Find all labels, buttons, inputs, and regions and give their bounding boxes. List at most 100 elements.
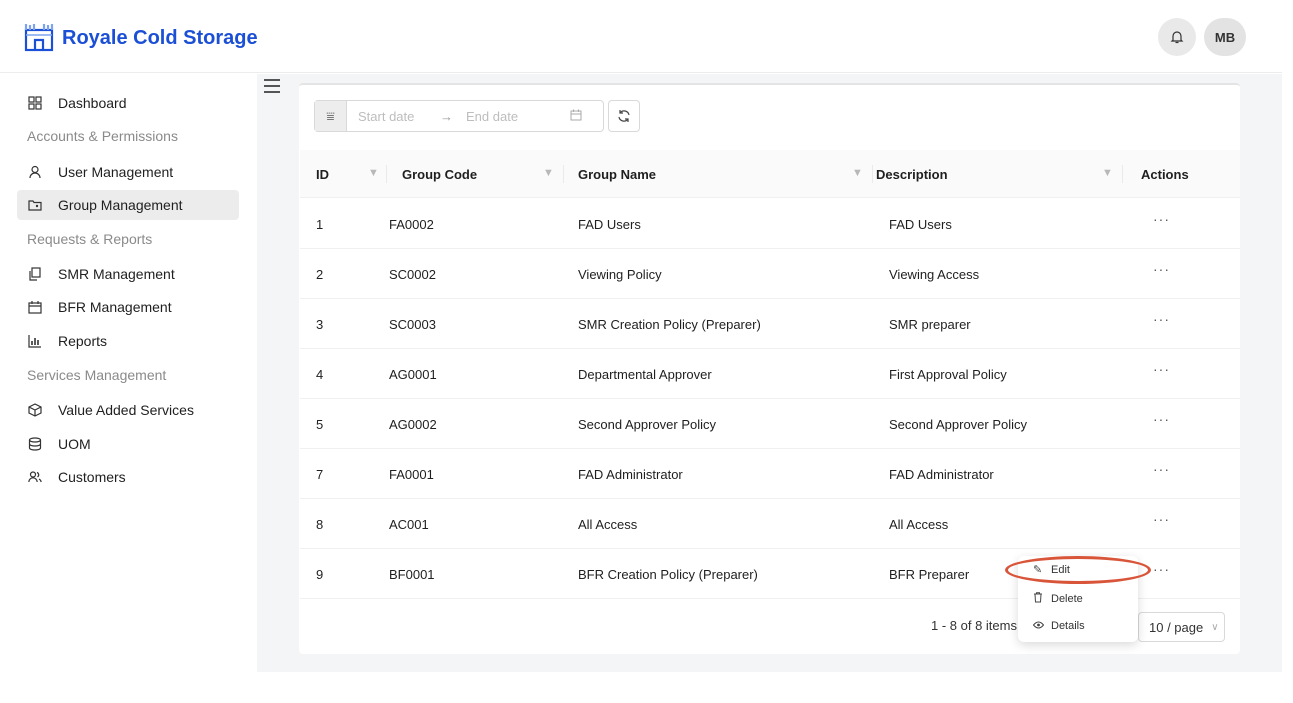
filter-icon[interactable]: ▼: [368, 167, 379, 179]
bar-chart-icon: [27, 333, 43, 349]
sidebar-item-bfr-management[interactable]: BFR Management: [17, 292, 239, 322]
notification-button[interactable]: [1158, 18, 1196, 56]
cell-group-name: FAD Users: [578, 217, 641, 232]
sidebar-item-user-management[interactable]: User Management: [17, 157, 239, 187]
sidebar-item-value-added-services[interactable]: Value Added Services: [17, 395, 239, 425]
calendar-icon: [27, 299, 43, 315]
filter-button[interactable]: ⩸: [315, 101, 347, 131]
cell-group-code: FA0001: [389, 467, 434, 482]
table-row: 8 AC001 All Access All Access ···: [300, 499, 1240, 549]
table-row: 7 FA0001 FAD Administrator FAD Administr…: [300, 449, 1240, 499]
cell-id: 4: [316, 367, 324, 382]
menu-item-label: Details: [1051, 620, 1085, 632]
cell-group-name: SMR Creation Policy (Preparer): [578, 317, 761, 332]
cell-group-code: FA0002: [389, 217, 434, 232]
section-requests-reports: Requests & Reports: [27, 231, 153, 247]
filter-icon[interactable]: ▼: [543, 167, 554, 179]
cell-group-name: BFR Creation Policy (Preparer): [578, 567, 758, 582]
trash-icon: [1033, 592, 1045, 606]
cell-description: Viewing Access: [889, 267, 980, 282]
date-range-filter[interactable]: ⩸ Start date → End date: [314, 100, 604, 132]
cell-description: BFR Preparer: [889, 567, 970, 582]
cell-group-name: All Access: [578, 517, 638, 532]
cell-id: 1: [316, 217, 324, 232]
row-actions-button[interactable]: ···: [1153, 311, 1170, 327]
sidebar-item-label: Dashboard: [58, 95, 127, 111]
row-actions-button[interactable]: ···: [1153, 461, 1170, 477]
sidebar-item-label: SMR Management: [58, 266, 175, 282]
cell-group-code: AG0001: [389, 367, 437, 382]
users-icon: [27, 469, 43, 485]
eye-icon: [1032, 620, 1045, 632]
date-range-arrow: →: [440, 108, 453, 124]
dashboard-icon: [27, 95, 43, 111]
row-actions-button[interactable]: ···: [1153, 361, 1170, 377]
bell-icon: [1170, 31, 1184, 44]
folder-user-icon: [27, 197, 43, 213]
column-id[interactable]: ID: [316, 167, 329, 182]
row-actions-button[interactable]: ···: [1153, 411, 1170, 427]
start-date-input[interactable]: Start date: [358, 109, 440, 124]
table-row: 5 AG0002 Second Approver Policy Second A…: [300, 399, 1240, 449]
refresh-button[interactable]: [608, 100, 640, 132]
table-header: ID ▼ Group Code ▼ Group Name ▼ Descripti…: [300, 150, 1240, 198]
page-size-select[interactable]: 10 / page ∨: [1138, 612, 1225, 642]
menu-item-label: Delete: [1051, 593, 1083, 605]
user-avatar[interactable]: MB: [1204, 18, 1246, 56]
column-description[interactable]: Description: [876, 167, 948, 182]
hamburger-icon: [264, 79, 280, 81]
filter-icon[interactable]: ▼: [852, 167, 863, 179]
cell-id: 5: [316, 417, 324, 432]
row-actions-button[interactable]: ···: [1153, 511, 1170, 527]
row-actions-button[interactable]: ···: [1153, 261, 1170, 277]
sidebar-item-customers[interactable]: Customers: [17, 462, 239, 492]
menu-item-delete[interactable]: Delete: [1033, 592, 1083, 606]
cell-id: 8: [316, 517, 324, 532]
cell-group-code: BF0001: [389, 567, 435, 582]
pagination-summary: 1 - 8 of 8 items: [931, 618, 1017, 633]
end-date-input[interactable]: End date: [466, 109, 570, 124]
sidebar-item-label: Group Management: [58, 197, 183, 213]
sidebar-item-label: BFR Management: [58, 299, 172, 315]
cell-id: 7: [316, 467, 324, 482]
row-actions-button[interactable]: ···: [1153, 561, 1170, 577]
table-row: 2 SC0002 Viewing Policy Viewing Access ·…: [300, 249, 1240, 299]
sidebar-item-reports[interactable]: Reports: [17, 326, 239, 356]
refresh-icon: [618, 110, 630, 122]
section-accounts-permissions: Accounts & Permissions: [27, 128, 178, 144]
brand-name: Royale Cold Storage: [62, 27, 258, 49]
cell-id: 3: [316, 317, 324, 332]
sidebar-item-label: Value Added Services: [58, 402, 194, 418]
menu-item-details[interactable]: Details: [1032, 620, 1085, 632]
cell-group-code: AG0002: [389, 417, 437, 432]
sidebar-item-group-management[interactable]: Group Management: [17, 190, 239, 220]
filter-icon: ⩸: [326, 107, 335, 124]
copy-icon: [27, 266, 43, 282]
section-services-management: Services Management: [27, 367, 167, 383]
column-actions: Actions: [1141, 167, 1189, 182]
sidebar-item-dashboard[interactable]: Dashboard: [17, 88, 239, 118]
table-row: 3 SC0003 SMR Creation Policy (Preparer) …: [300, 299, 1240, 349]
filter-icon[interactable]: ▼: [1102, 167, 1113, 179]
top-header: Royale Cold Storage MB: [0, 0, 1282, 73]
castle-logo: [24, 24, 54, 52]
sidebar-item-uom[interactable]: UOM: [17, 429, 239, 459]
user-icon: [27, 164, 43, 180]
menu-toggle-button[interactable]: [264, 79, 280, 95]
sidebar-item-label: UOM: [58, 436, 91, 452]
cell-group-code: SC0003: [389, 317, 436, 332]
cell-description: First Approval Policy: [889, 367, 1007, 382]
sidebar-item-label: User Management: [58, 164, 174, 180]
sidebar-item-label: Reports: [58, 333, 108, 349]
cell-group-name: Second Approver Policy: [578, 417, 717, 432]
cell-group-code: SC0002: [389, 267, 436, 282]
cell-group-name: Viewing Policy: [578, 267, 662, 282]
box-icon: [27, 402, 43, 418]
sidebar-item-smr-management[interactable]: SMR Management: [17, 259, 239, 289]
row-actions-button[interactable]: ···: [1153, 211, 1170, 227]
column-group-name[interactable]: Group Name: [578, 167, 656, 182]
column-group-code[interactable]: Group Code: [402, 167, 477, 182]
cell-id: 9: [316, 567, 324, 582]
cell-description: FAD Users: [889, 217, 952, 232]
cell-description: Second Approver Policy: [889, 417, 1028, 432]
